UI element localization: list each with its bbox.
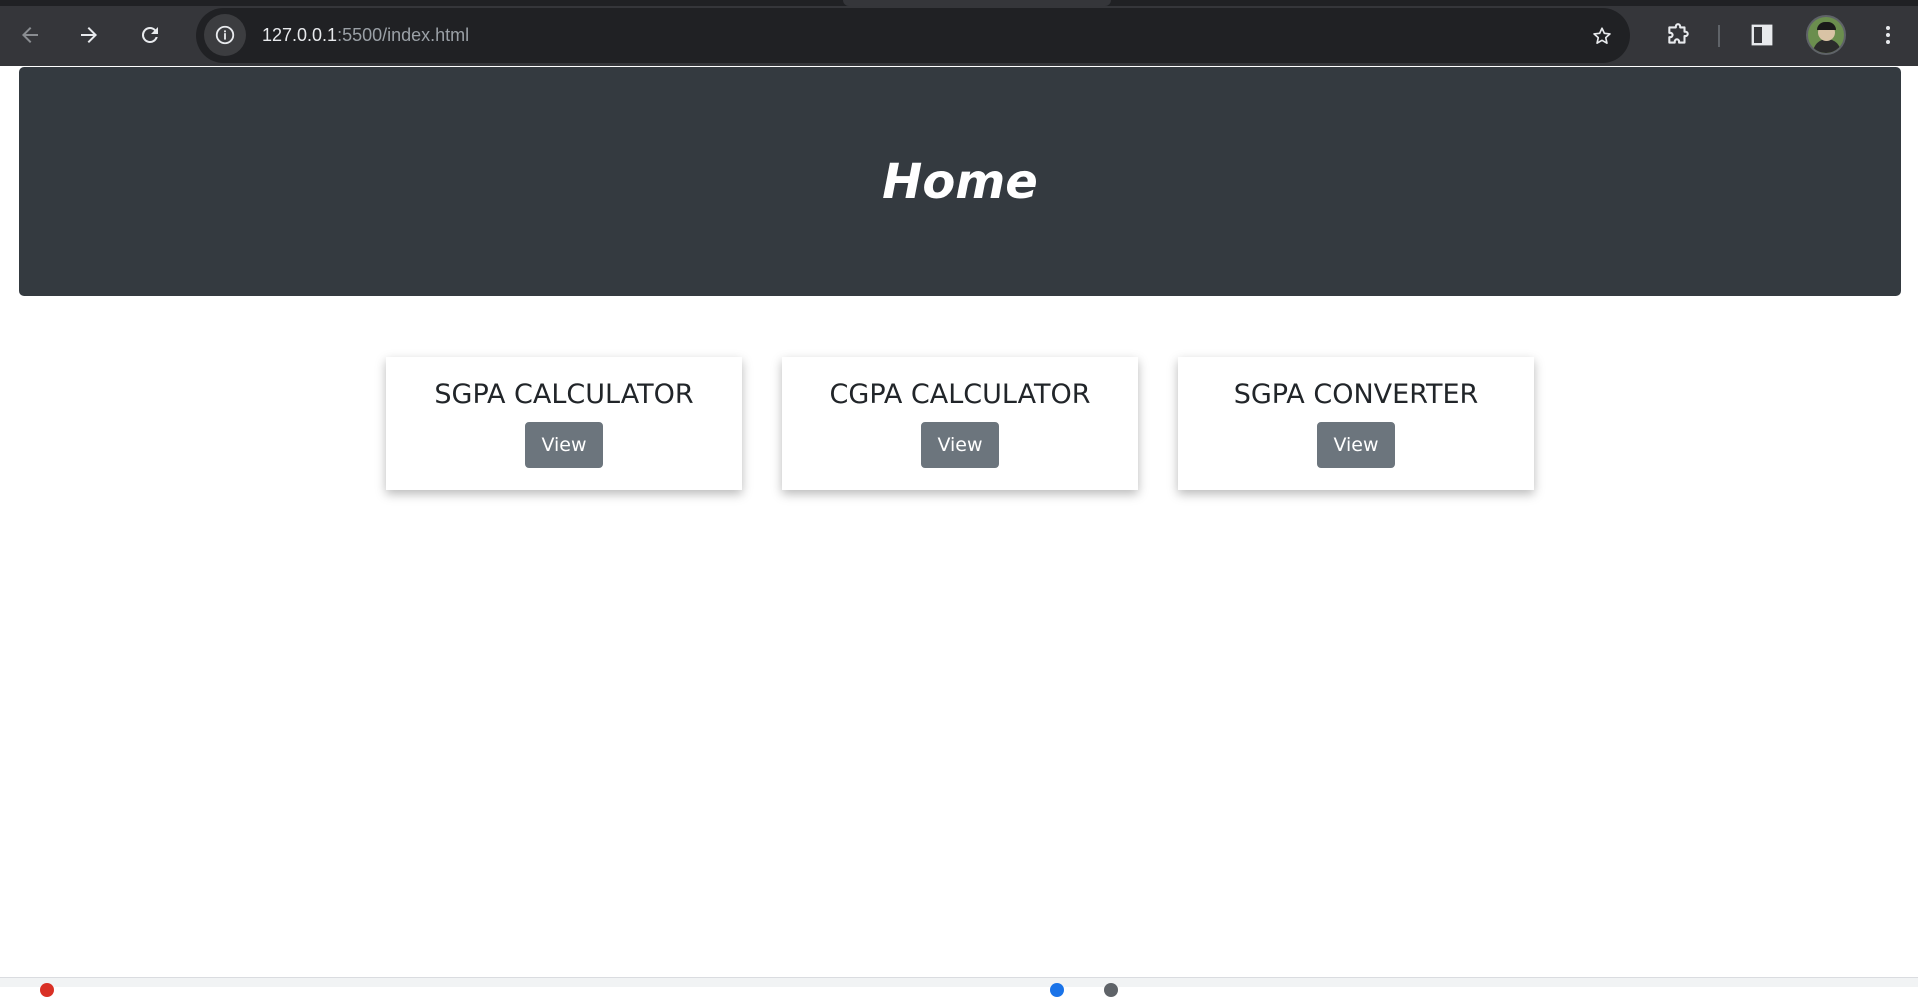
bottom-strip: [0, 977, 1918, 997]
card-row: SGPA CALCULATOR View CGPA CALCULATOR Vie…: [386, 357, 1534, 492]
card-title: SGPA CALCULATOR: [434, 379, 694, 410]
avatar-hair: [1817, 22, 1836, 30]
active-tab-edge[interactable]: [843, 0, 1111, 6]
forward-button[interactable]: [70, 16, 108, 54]
puzzle-icon: [1668, 23, 1689, 44]
view-cgpa-calculator-button[interactable]: View: [921, 422, 999, 468]
back-button[interactable]: [11, 16, 49, 54]
reload-icon: [141, 26, 158, 43]
browser-menu-button[interactable]: [1868, 15, 1908, 55]
avatar-body: [1813, 39, 1841, 53]
address-bar[interactable]: 127.0.0.1:5500/index.html: [196, 8, 1630, 63]
extensions-button[interactable]: [1658, 15, 1698, 55]
site-info-button[interactable]: [204, 14, 246, 56]
side-panel-icon: [1751, 24, 1773, 46]
back-arrow-icon: [22, 27, 38, 43]
taskbar-icon[interactable]: [40, 983, 54, 997]
card-sgpa-calculator: SGPA CALCULATOR View: [386, 357, 742, 490]
taskbar-icon[interactable]: [1104, 983, 1118, 997]
reload-button[interactable]: [131, 16, 169, 54]
url-path: :5500/index.html: [337, 25, 470, 45]
info-icon: [215, 25, 235, 45]
card-sgpa-converter: SGPA CONVERTER View: [1178, 357, 1534, 490]
card-title: SGPA CONVERTER: [1233, 379, 1479, 410]
toolbar-divider: [1718, 25, 1720, 47]
side-panel-button[interactable]: [1742, 15, 1782, 55]
bookmark-button[interactable]: [1586, 20, 1618, 52]
card-title: CGPA CALCULATOR: [829, 379, 1091, 410]
view-sgpa-converter-button[interactable]: View: [1317, 422, 1395, 468]
page-content: Home SGPA CALCULATOR View CGPA CALCULATO…: [0, 66, 1918, 977]
avatar[interactable]: [1806, 15, 1846, 55]
taskbar-icon[interactable]: [1050, 983, 1064, 997]
url-host: 127.0.0.1: [262, 25, 338, 45]
forward-arrow-icon: [81, 27, 97, 43]
star-icon: [1593, 27, 1611, 44]
view-sgpa-calculator-button[interactable]: View: [525, 422, 603, 468]
card-cgpa-calculator: CGPA CALCULATOR View: [782, 357, 1138, 490]
kebab-menu-icon: [1886, 26, 1890, 44]
page-title: Home: [882, 153, 1038, 210]
url-text[interactable]: 127.0.0.1:5500/index.html: [262, 24, 469, 46]
hero-banner: Home: [19, 67, 1901, 296]
browser-toolbar: 127.0.0.1:5500/index.html: [0, 0, 1918, 66]
